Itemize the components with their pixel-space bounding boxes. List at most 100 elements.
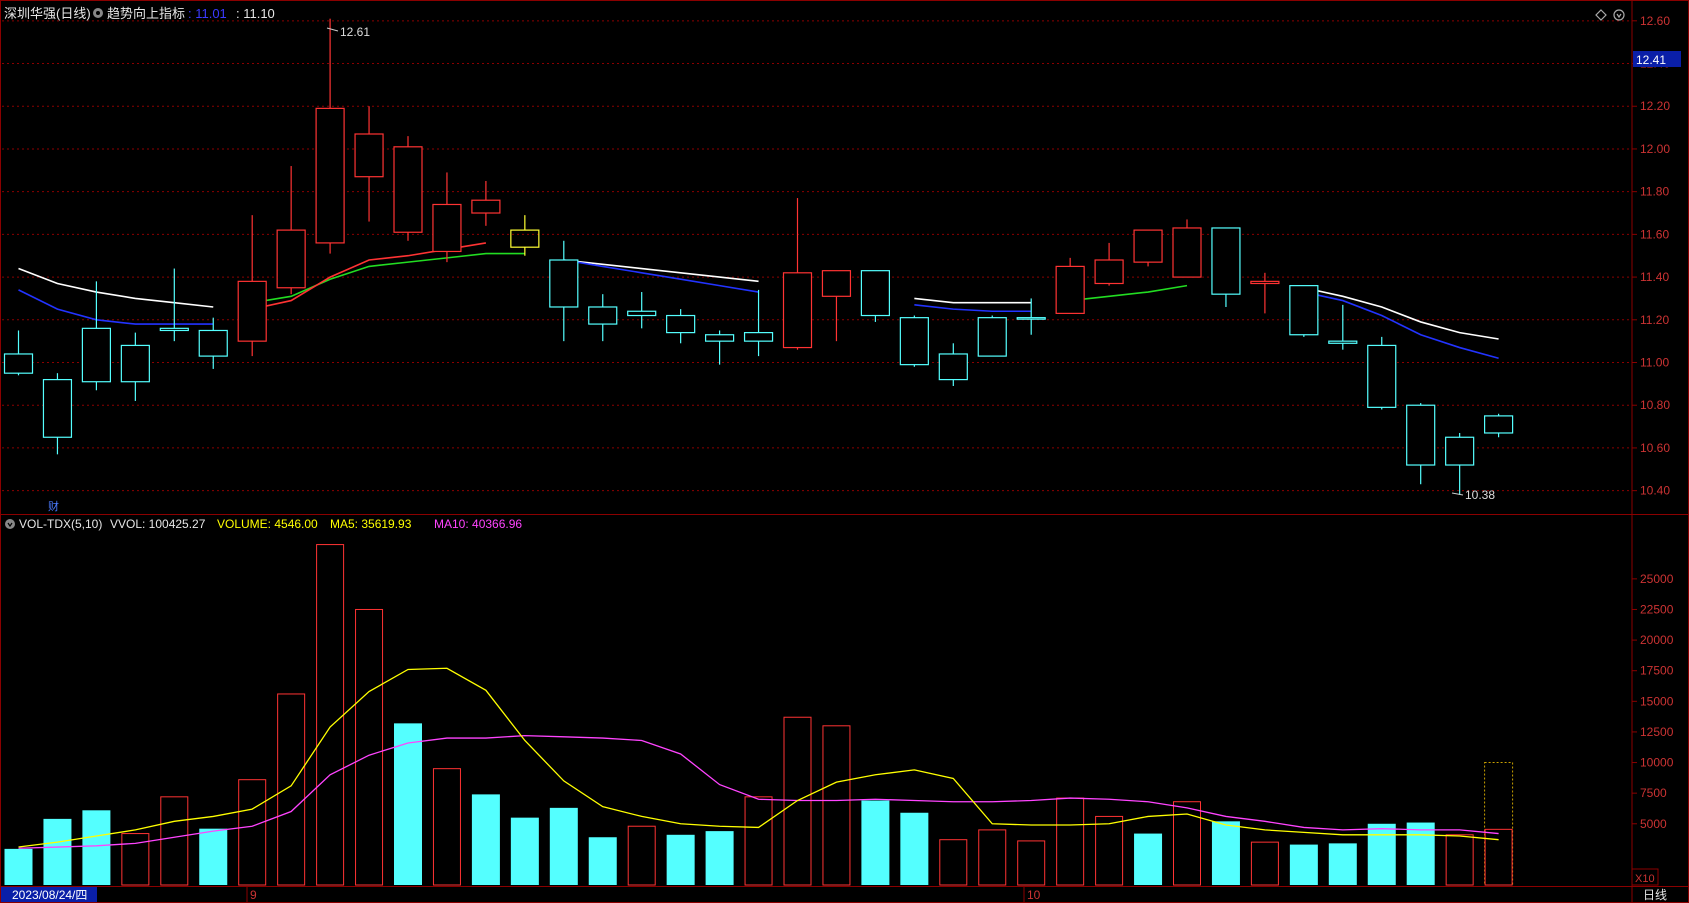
volume-bar	[355, 608, 384, 886]
candlestick	[510, 215, 540, 256]
candlestick	[315, 18, 345, 254]
volume-bar	[978, 829, 1007, 886]
candle-body	[42, 378, 73, 438]
volume-tick-label: 20000	[1640, 633, 1674, 647]
volume-tick-label: 22500	[1640, 602, 1674, 616]
stock-chart[interactable]: 12.6012.4012.2012.0011.8011.6011.4011.20…	[0, 0, 1689, 903]
volume-tick-label: 17500	[1640, 664, 1674, 678]
volume-bar	[1367, 823, 1396, 885]
candle-body	[1289, 285, 1319, 336]
volume-value: VOLUME: 4546.00	[217, 517, 318, 531]
candle-body	[1016, 317, 1046, 320]
volume-bar	[43, 818, 72, 885]
candlestick	[276, 166, 306, 295]
candlestick	[354, 106, 384, 222]
candle-body	[782, 272, 813, 349]
diamond-icon[interactable]	[1595, 9, 1607, 21]
candlestick	[782, 198, 813, 350]
candlestick	[1055, 257, 1085, 314]
price-tick-label: 11.60	[1640, 227, 1669, 241]
volume-bars	[4, 544, 1514, 886]
period-tab-daily[interactable]: 日线	[1643, 888, 1667, 902]
vvol-value: VVOL: 100425.27	[110, 517, 206, 531]
volume-bar	[316, 544, 345, 886]
volume-bar	[1445, 834, 1474, 886]
indicator-gear-icon[interactable]	[93, 8, 103, 18]
volume-bar	[588, 837, 617, 885]
candlestick	[237, 215, 267, 357]
candle-body	[821, 270, 852, 297]
volume-bar	[627, 825, 656, 886]
candle-body	[3, 353, 34, 374]
volume-indicator-gear-icon[interactable]	[5, 519, 15, 529]
volume-bar	[705, 831, 734, 885]
volume-tick-label: 7500	[1640, 786, 1667, 800]
current-price-value: 12.41	[1636, 53, 1666, 67]
volume-bar	[4, 848, 33, 885]
volume-bar	[1289, 844, 1318, 885]
volume-tick-label: 15000	[1640, 694, 1674, 708]
volume-bar	[160, 796, 189, 886]
candle-body	[393, 146, 423, 233]
volume-bar	[394, 723, 422, 885]
candlestick	[1211, 227, 1241, 307]
volume-tick-label: 5000	[1640, 817, 1667, 831]
volume-bar	[1328, 843, 1357, 885]
candlestick	[1483, 413, 1514, 438]
price-tick-label: 11.40	[1640, 270, 1669, 284]
ma-white-line	[18, 267, 214, 308]
low-marker: 10.38	[1451, 488, 1495, 502]
volume-bar	[1095, 815, 1124, 886]
candle-body	[938, 353, 968, 381]
candlestick	[159, 268, 189, 342]
volume-bar	[238, 779, 267, 886]
candle-body	[1250, 280, 1280, 285]
candle-body	[743, 332, 774, 342]
volume-bar	[432, 768, 461, 886]
candlestick	[627, 292, 657, 329]
volume-bar	[900, 812, 929, 885]
candle-body	[627, 310, 657, 317]
candle-body	[510, 229, 540, 248]
volume-tick-label: 10000	[1640, 756, 1674, 770]
volume-tick-label: 12500	[1640, 725, 1674, 739]
ma-white-line	[563, 259, 759, 283]
candlestick	[471, 180, 501, 226]
price-tick-label: 10.80	[1640, 398, 1670, 412]
candle-body	[1406, 404, 1436, 466]
volume-bar	[1056, 797, 1085, 886]
candle-body	[549, 259, 579, 308]
volume-unit: X10	[1635, 873, 1655, 885]
ma5-value: MA5: 35619.93	[330, 517, 412, 531]
volume-bar	[1406, 822, 1435, 885]
price-axis-ticks: 12.6012.4012.2012.0011.8011.6011.4011.20…	[1632, 14, 1670, 498]
candle-body	[1483, 415, 1514, 434]
volume-bar	[82, 810, 111, 885]
month-marker-9: 9	[250, 888, 257, 902]
volume-tick-label: 25000	[1640, 572, 1674, 586]
price-tick-label: 12.20	[1640, 99, 1670, 113]
volume-bar	[549, 807, 578, 885]
ma-white-line	[914, 297, 1032, 304]
finance-marker[interactable]: 财	[48, 499, 59, 513]
volume-bar	[471, 794, 500, 885]
settings-icon[interactable]	[1613, 9, 1625, 21]
candle-body	[1445, 436, 1475, 466]
volume-bar	[822, 725, 851, 886]
price-tick-label: 12.60	[1640, 14, 1670, 28]
candle-body	[588, 306, 618, 325]
candlestick	[1445, 432, 1475, 495]
volume-bar	[861, 800, 890, 885]
ma-blue-line	[1303, 291, 1499, 360]
volume-bar	[1484, 828, 1513, 886]
volume-bar	[1250, 841, 1279, 886]
candlestick	[666, 309, 696, 344]
candlestick	[432, 172, 462, 263]
volume-bar	[199, 828, 228, 885]
indicator-name[interactable]: 趋势向上指标	[107, 6, 185, 21]
candlestick	[1406, 403, 1436, 485]
candlestick	[860, 270, 891, 322]
volume-bar	[510, 817, 539, 885]
volume-indicator-name[interactable]: VOL-TDX(5,10)	[19, 517, 102, 531]
candlesticks	[3, 18, 1514, 495]
